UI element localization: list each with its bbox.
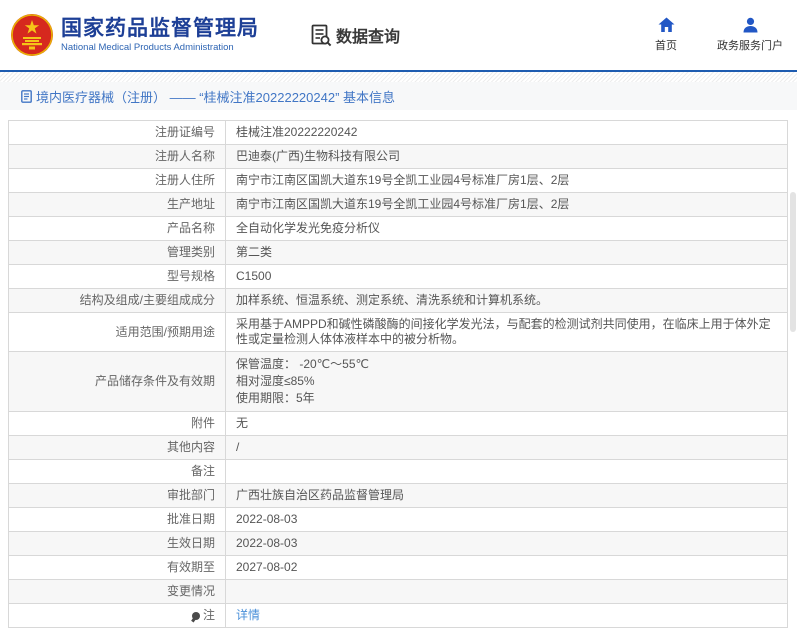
row-value: / bbox=[226, 436, 788, 460]
table-row: 注册人名称巴迪泰(广西)生物科技有限公司 bbox=[9, 145, 788, 169]
org-name-en: National Medical Products Administration bbox=[61, 43, 259, 53]
row-label: 注册人名称 bbox=[9, 145, 226, 169]
row-value bbox=[226, 580, 788, 604]
table-row: 有效期至2027-08-02 bbox=[9, 556, 788, 580]
table-row: 审批部门广西壮族自治区药品监督管理局 bbox=[9, 484, 788, 508]
nav-home-label: 首页 bbox=[655, 37, 677, 53]
data-query-label: 数据查询 bbox=[336, 23, 400, 47]
home-icon bbox=[658, 17, 675, 33]
hatch-divider bbox=[0, 72, 797, 82]
row-label: 适用范围/预期用途 bbox=[9, 313, 226, 352]
row-label: 其他内容 bbox=[9, 436, 226, 460]
row-label: 产品名称 bbox=[9, 217, 226, 241]
row-label: 型号规格 bbox=[9, 265, 226, 289]
org-title-block: 国家药品监督管理局 National Medical Products Admi… bbox=[61, 17, 259, 54]
data-query-section[interactable]: 数据查询 bbox=[311, 23, 400, 47]
nav-item-portal[interactable]: 政务服务门户 bbox=[717, 17, 783, 53]
note-icon bbox=[192, 612, 200, 620]
row-value: 第二类 bbox=[226, 241, 788, 265]
table-row: 适用范围/预期用途采用基于AMPPD和碱性磷酸酶的间接化学发光法，与配套的检测试… bbox=[9, 313, 788, 352]
document-icon bbox=[21, 90, 32, 103]
row-label: 产品储存条件及有效期 bbox=[9, 352, 226, 412]
row-value: 2022-08-03 bbox=[226, 508, 788, 532]
row-label: 注册人住所 bbox=[9, 169, 226, 193]
table-row: 其他内容/ bbox=[9, 436, 788, 460]
table-row: 型号规格C1500 bbox=[9, 265, 788, 289]
row-label: 生产地址 bbox=[9, 193, 226, 217]
scrollbar-thumb[interactable] bbox=[790, 192, 796, 332]
table-row: 注册证编号桂械注准20222220242 bbox=[9, 121, 788, 145]
row-value: C1500 bbox=[226, 265, 788, 289]
row-value bbox=[226, 460, 788, 484]
table-row: 注册人住所南宁市江南区国凯大道东19号全凯工业园4号标准厂房1层、2层 bbox=[9, 169, 788, 193]
registration-info: 注册证编号桂械注准20222220242注册人名称巴迪泰(广西)生物科技有限公司… bbox=[8, 120, 788, 628]
row-value: 南宁市江南区国凯大道东19号全凯工业园4号标准厂房1层、2层 bbox=[226, 193, 788, 217]
breadcrumb: 境内医疗器械（注册） —— “桂械注准20222220242” 基本信息 bbox=[0, 82, 797, 110]
breadcrumb-text: 境内医疗器械（注册） —— “桂械注准20222220242” 基本信息 bbox=[36, 87, 395, 106]
nav-item-home[interactable]: 首页 bbox=[649, 17, 683, 53]
row-label: 审批部门 bbox=[9, 484, 226, 508]
row-label: 变更情况 bbox=[9, 580, 226, 604]
row-value: 2027-08-02 bbox=[226, 556, 788, 580]
row-value: 详情 bbox=[226, 604, 788, 628]
nav-portal-label: 政务服务门户 bbox=[717, 37, 783, 53]
table-row: 变更情况 bbox=[9, 580, 788, 604]
user-icon bbox=[742, 17, 759, 33]
document-search-icon bbox=[311, 24, 332, 47]
table-row: 产品储存条件及有效期保管温度： -20℃～55℃相对湿度≤85%使用期限：5年 bbox=[9, 352, 788, 412]
national-emblem-icon bbox=[10, 13, 54, 57]
table-row: 结构及组成/主要组成成分加样系统、恒温系统、测定系统、清洗系统和计算机系统。 bbox=[9, 289, 788, 313]
table-row: 生效日期2022-08-03 bbox=[9, 532, 788, 556]
row-value: 全自动化学发光免疫分析仪 bbox=[226, 217, 788, 241]
row-value: 加样系统、恒温系统、测定系统、清洗系统和计算机系统。 bbox=[226, 289, 788, 313]
detail-link[interactable]: 详情 bbox=[236, 608, 260, 622]
site-header: 国家药品监督管理局 National Medical Products Admi… bbox=[0, 0, 797, 72]
row-value: 2022-08-03 bbox=[226, 532, 788, 556]
table-row: 注详情 bbox=[9, 604, 788, 628]
table-row: 生产地址南宁市江南区国凯大道东19号全凯工业园4号标准厂房1层、2层 bbox=[9, 193, 788, 217]
info-table-body: 注册证编号桂械注准20222220242注册人名称巴迪泰(广西)生物科技有限公司… bbox=[9, 121, 788, 628]
row-value: 桂械注准20222220242 bbox=[226, 121, 788, 145]
row-label: 生效日期 bbox=[9, 532, 226, 556]
table-row: 管理类别第二类 bbox=[9, 241, 788, 265]
row-value: 无 bbox=[226, 412, 788, 436]
row-value: 巴迪泰(广西)生物科技有限公司 bbox=[226, 145, 788, 169]
table-row: 附件无 bbox=[9, 412, 788, 436]
row-label: 有效期至 bbox=[9, 556, 226, 580]
registration-info-table: 注册证编号桂械注准20222220242注册人名称巴迪泰(广西)生物科技有限公司… bbox=[8, 120, 788, 628]
row-label: 结构及组成/主要组成成分 bbox=[9, 289, 226, 313]
row-value: 保管温度： -20℃～55℃相对湿度≤85%使用期限：5年 bbox=[226, 352, 788, 412]
header-nav: 首页 政务服务门户 bbox=[649, 17, 783, 53]
table-row: 批准日期2022-08-03 bbox=[9, 508, 788, 532]
row-label: 注 bbox=[9, 604, 226, 628]
row-value: 南宁市江南区国凯大道东19号全凯工业园4号标准厂房1层、2层 bbox=[226, 169, 788, 193]
row-value: 广西壮族自治区药品监督管理局 bbox=[226, 484, 788, 508]
org-name-cn: 国家药品监督管理局 bbox=[61, 17, 259, 40]
table-row: 备注 bbox=[9, 460, 788, 484]
row-label: 注册证编号 bbox=[9, 121, 226, 145]
row-value: 采用基于AMPPD和碱性磷酸酶的间接化学发光法，与配套的检测试剂共同使用，在临床… bbox=[226, 313, 788, 352]
table-row: 产品名称全自动化学发光免疫分析仪 bbox=[9, 217, 788, 241]
row-label: 附件 bbox=[9, 412, 226, 436]
row-label: 批准日期 bbox=[9, 508, 226, 532]
row-label: 备注 bbox=[9, 460, 226, 484]
row-label: 管理类别 bbox=[9, 241, 226, 265]
